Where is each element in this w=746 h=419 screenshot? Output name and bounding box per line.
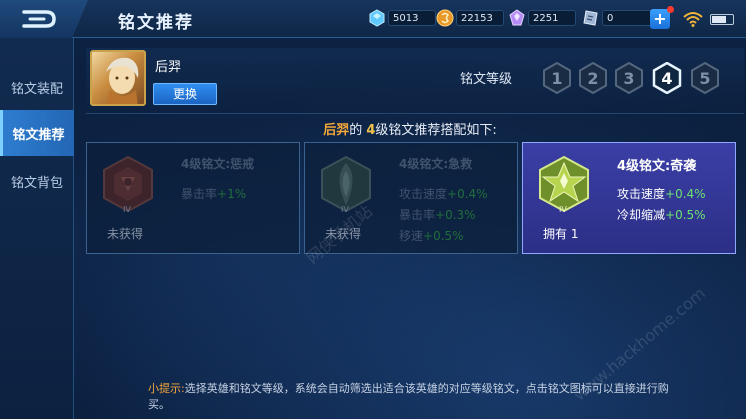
- voucher-icon: [583, 10, 598, 26]
- gem-counter: 2251: [508, 9, 576, 27]
- voucher-counter: 0: [582, 9, 658, 27]
- ambush-stat-2: 冷却缩减+0.5%: [617, 206, 706, 223]
- hero-portrait-icon: [106, 57, 139, 104]
- level-3-button[interactable]: 3: [614, 61, 644, 95]
- level-2-label: 2: [587, 68, 599, 88]
- level-3-label: 3: [623, 68, 635, 88]
- sidebar-item-inscription-equip[interactable]: 铭文装配: [0, 64, 74, 110]
- change-hero-button[interactable]: 更换: [153, 83, 217, 105]
- gold-value: 22153: [456, 10, 504, 26]
- gem-value: 2251: [528, 10, 576, 26]
- recommendation-heading: 后羿的 4级铭文推荐搭配如下:: [0, 119, 746, 138]
- ambush-name: 4级铭文:奇袭: [617, 159, 697, 174]
- rec-hero-name: 后羿: [323, 123, 350, 138]
- sidebar-item-inscription-bag[interactable]: 铭文背包: [0, 158, 74, 204]
- tip-lead: 小提示:: [148, 382, 185, 395]
- notification-dot: [667, 6, 674, 13]
- gold-coin-icon: [436, 9, 454, 27]
- diamond-value: 5013: [388, 10, 436, 26]
- recharge-plus-button[interactable]: +: [650, 9, 670, 29]
- level-1-label: 1: [551, 68, 563, 88]
- level-5-label: 5: [699, 68, 711, 88]
- level-4-button[interactable]: 4: [652, 61, 682, 95]
- ambush-stat-1-value: +0.4%: [665, 187, 706, 201]
- gold-counter: 22153: [436, 9, 504, 27]
- ambush-stat-1: 攻击速度+0.4%: [617, 185, 706, 202]
- inscription-card-ambush[interactable]: IV 4级铭文:奇袭 攻击速度+0.4% 冷却缩减+0.5% 拥有 1: [522, 142, 736, 254]
- level-2-button[interactable]: 2: [578, 61, 608, 95]
- ambush-stat-2-label: 冷却缩减: [617, 208, 666, 222]
- back-icon: [22, 10, 56, 28]
- rec-mid: 的: [349, 123, 367, 138]
- ambush-stat-2-value: +0.5%: [665, 208, 706, 222]
- diamond-icon: [369, 9, 385, 27]
- ambush-status: 拥有 1: [543, 227, 579, 241]
- hero-name: 后羿: [155, 60, 182, 75]
- ambush-stat-1-label: 攻击速度: [617, 187, 666, 201]
- battery-icon: [710, 14, 734, 25]
- hero-avatar[interactable]: [90, 50, 146, 106]
- wifi-icon: [683, 12, 703, 27]
- rec-suffix: 级铭文推荐搭配如下:: [375, 123, 497, 138]
- page-title: 铭文推荐: [118, 13, 194, 33]
- level-5-button[interactable]: 5: [690, 61, 720, 95]
- level-1-button[interactable]: 1: [542, 61, 572, 95]
- level-4-label: 4: [661, 68, 673, 88]
- level-label: 铭文等级: [460, 72, 513, 87]
- ambush-roman-level: IV: [559, 205, 567, 214]
- gem-icon: [509, 9, 525, 26]
- diamond-counter: 5013: [368, 9, 436, 27]
- inscription-card-punish[interactable]: IV 4级铭文:惩戒 暴击率+1% 未获得: [86, 142, 300, 254]
